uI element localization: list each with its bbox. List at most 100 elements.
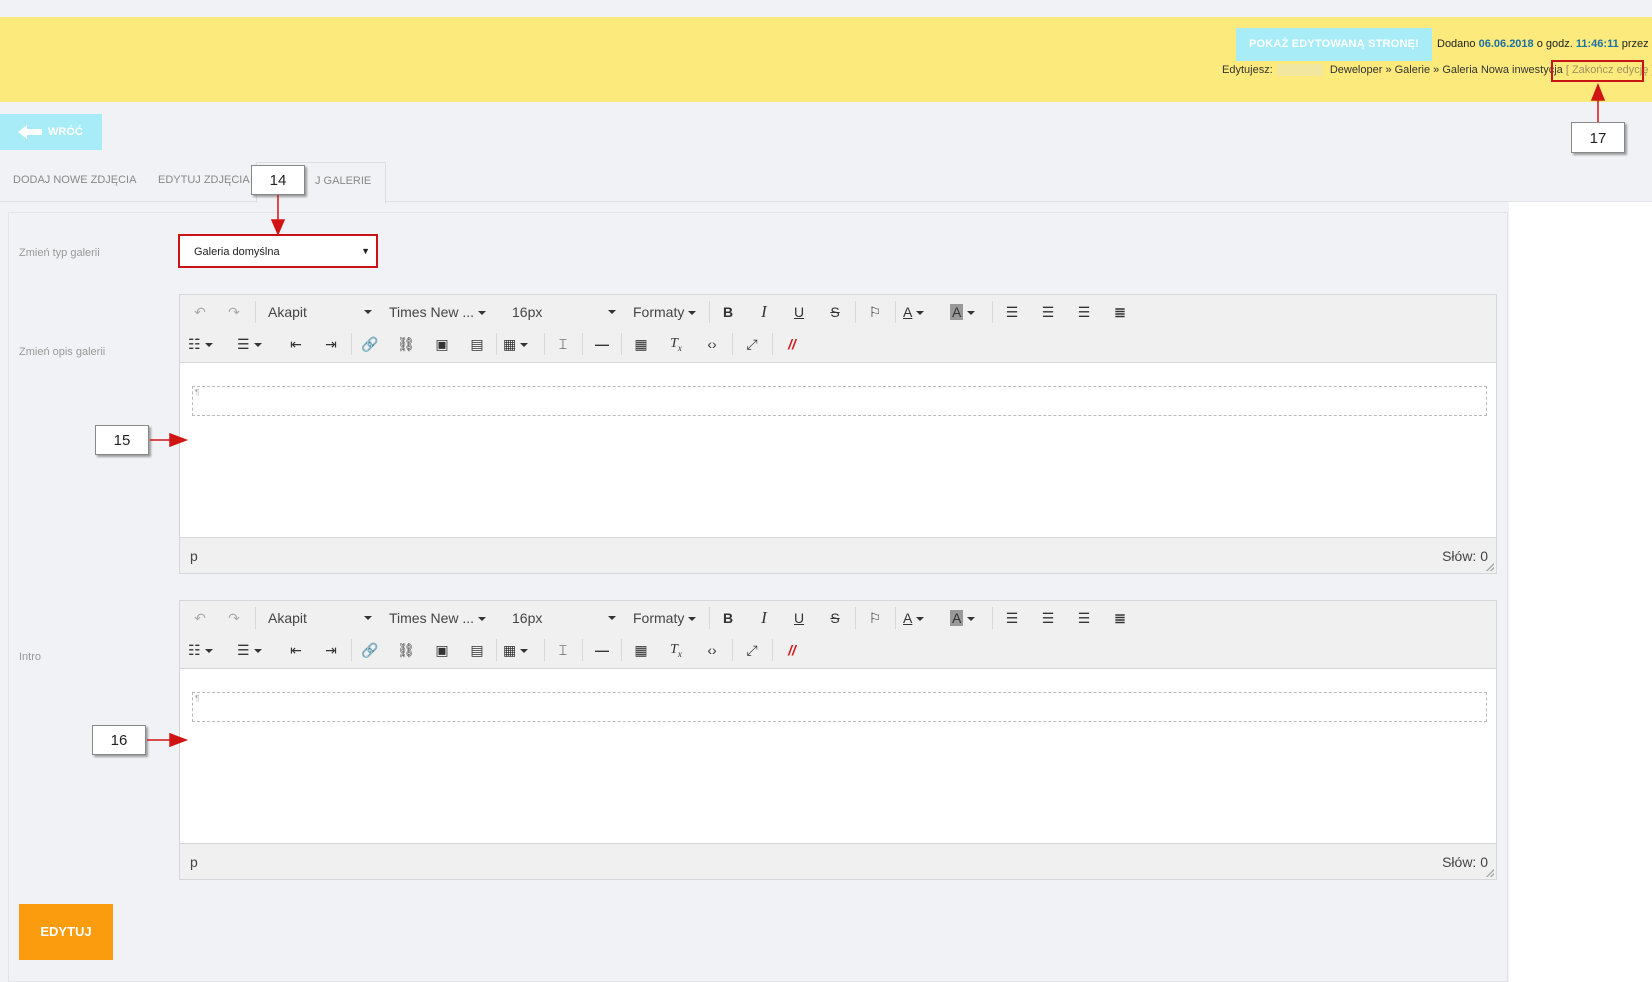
undo-icon[interactable]: ↶ <box>190 607 210 629</box>
align-left-icon[interactable]: ☰ <box>1000 607 1024 629</box>
tab-add-photos[interactable]: DODAJ NOWE ZDJĘCIA <box>13 174 136 186</box>
paragraph-block[interactable]: ¶ <box>192 692 1487 722</box>
editing-label: Edytujesz: <box>1222 64 1273 76</box>
media-icon[interactable]: ▤ <box>465 639 489 661</box>
bullet-list-icon[interactable]: ☷ <box>188 639 226 661</box>
toolbar-divider <box>772 639 773 661</box>
indent-icon[interactable]: ⇥ <box>319 639 343 661</box>
editor-statusbar: p Słów: 0 <box>180 537 1496 573</box>
background-color-icon[interactable]: A <box>950 301 988 323</box>
redo-icon[interactable]: ↷ <box>224 607 244 629</box>
indent-icon[interactable]: ⇥ <box>319 333 343 355</box>
strikethrough-icon[interactable]: S <box>823 607 847 629</box>
paragraph-block[interactable]: ¶ <box>192 386 1487 416</box>
special-character-icon[interactable]: ▦ <box>629 333 653 355</box>
resize-grip-icon[interactable] <box>1486 563 1494 571</box>
align-center-icon[interactable]: ☰ <box>1036 607 1060 629</box>
italic-icon[interactable]: I <box>752 607 776 629</box>
show-edited-page-button[interactable]: POKAŻ EDYTOWANĄ STRONĘ! <box>1236 28 1432 61</box>
added-time: 11:46:11 <box>1575 38 1619 50</box>
page-break-icon[interactable]: ⌶ <box>551 639 575 661</box>
intro-content-area[interactable]: ¶ <box>180 670 1496 844</box>
chevron-down-icon <box>688 311 697 316</box>
outdent-icon[interactable]: ⇤ <box>284 639 308 661</box>
element-path[interactable]: p <box>190 548 198 564</box>
bookmark-icon[interactable]: ⚐ <box>863 607 887 629</box>
right-whitespace <box>1509 202 1652 982</box>
align-center-icon[interactable]: ☰ <box>1036 301 1060 323</box>
toolbar-row-1: ↶ ↷ Akapit Times New ... 16px Formaty B … <box>180 295 1496 327</box>
link-icon[interactable]: 🔗 <box>358 639 382 661</box>
unlink-icon[interactable]: ⛓ <box>394 333 418 355</box>
bold-icon[interactable]: B <box>716 301 740 323</box>
tab-edit-photos[interactable]: EDYTUJ ZDJĘCIA <box>158 174 250 186</box>
outdent-icon[interactable]: ⇤ <box>284 333 308 355</box>
gallery-type-select[interactable]: Galeria domyślna ▼ <box>178 234 378 268</box>
source-code-icon[interactable]: ‹› <box>700 333 724 355</box>
callout-17: 17 <box>1571 122 1625 153</box>
horizontal-rule-icon[interactable]: — <box>590 333 614 355</box>
remove-format-icon[interactable]: // <box>780 639 804 661</box>
clear-formatting-icon[interactable]: Tx <box>664 639 688 661</box>
page-break-icon[interactable]: ⌶ <box>551 333 575 355</box>
resize-grip-icon[interactable] <box>1486 869 1494 877</box>
callout-15: 15 <box>95 425 149 455</box>
font-size-dropdown[interactable]: 16px <box>512 607 616 629</box>
toolbar-divider <box>895 607 896 629</box>
bookmark-icon[interactable]: ⚐ <box>863 301 887 323</box>
special-character-icon[interactable]: ▦ <box>629 639 653 661</box>
callout-14: 14 <box>251 165 305 195</box>
link-icon[interactable]: 🔗 <box>358 333 382 355</box>
numbered-list-icon[interactable]: ☰ <box>237 333 275 355</box>
align-justify-icon[interactable]: ≣ <box>1108 301 1132 323</box>
chevron-down-icon <box>204 649 213 654</box>
breadcrumb[interactable]: Deweloper » Galerie » Galeria Nowa inwes… <box>1330 64 1563 76</box>
image-icon[interactable]: ▣ <box>430 639 454 661</box>
back-button[interactable]: WRÓĆ <box>0 114 102 150</box>
align-right-icon[interactable]: ☰ <box>1072 301 1096 323</box>
toolbar-divider <box>709 607 710 629</box>
font-size-dropdown[interactable]: 16px <box>512 301 616 323</box>
horizontal-rule-icon[interactable]: — <box>590 639 614 661</box>
fullscreen-icon[interactable]: ⤢ <box>740 333 764 355</box>
redo-icon[interactable]: ↷ <box>224 301 244 323</box>
clear-formatting-icon[interactable]: Tx <box>664 333 688 355</box>
toolbar-divider <box>709 301 710 323</box>
remove-format-icon[interactable]: // <box>780 333 804 355</box>
font-family-dropdown[interactable]: Times New ... <box>389 607 493 629</box>
text-color-icon[interactable]: A <box>903 607 941 629</box>
description-content-area[interactable]: ¶ <box>180 364 1496 538</box>
align-right-icon[interactable]: ☰ <box>1072 607 1096 629</box>
font-family-dropdown[interactable]: Times New ... <box>389 301 493 323</box>
bullet-list-icon[interactable]: ☷ <box>188 333 226 355</box>
align-left-icon[interactable]: ☰ <box>1000 301 1024 323</box>
chevron-down-icon <box>253 649 262 654</box>
formats-dropdown[interactable]: Formaty <box>633 607 701 629</box>
media-icon[interactable]: ▤ <box>465 333 489 355</box>
bold-icon[interactable]: B <box>716 607 740 629</box>
element-path[interactable]: p <box>190 854 198 870</box>
underline-icon[interactable]: U <box>787 301 811 323</box>
underline-icon[interactable]: U <box>787 607 811 629</box>
edit-submit-button[interactable]: EDYTUJ <box>19 904 113 960</box>
italic-icon[interactable]: I <box>752 301 776 323</box>
block-format-dropdown[interactable]: Akapit <box>268 607 372 629</box>
undo-icon[interactable]: ↶ <box>190 301 210 323</box>
fullscreen-icon[interactable]: ⤢ <box>740 639 764 661</box>
text-color-icon[interactable]: A <box>903 301 941 323</box>
unlink-icon[interactable]: ⛓ <box>394 639 418 661</box>
table-icon[interactable]: ▦ <box>503 639 537 661</box>
table-icon[interactable]: ▦ <box>503 333 537 355</box>
align-justify-icon[interactable]: ≣ <box>1108 607 1132 629</box>
chevron-down-icon <box>364 310 372 314</box>
image-icon[interactable]: ▣ <box>430 333 454 355</box>
description-editor: ↶ ↷ Akapit Times New ... 16px Formaty B … <box>179 294 1497 574</box>
numbered-list-icon[interactable]: ☰ <box>237 639 275 661</box>
block-format-dropdown[interactable]: Akapit <box>268 301 372 323</box>
formats-dropdown[interactable]: Formaty <box>633 301 701 323</box>
source-code-icon[interactable]: ‹› <box>700 639 724 661</box>
toolbar-divider <box>255 301 256 323</box>
strikethrough-icon[interactable]: S <box>823 301 847 323</box>
arrow-left-icon <box>18 125 42 139</box>
background-color-icon[interactable]: A <box>950 607 988 629</box>
